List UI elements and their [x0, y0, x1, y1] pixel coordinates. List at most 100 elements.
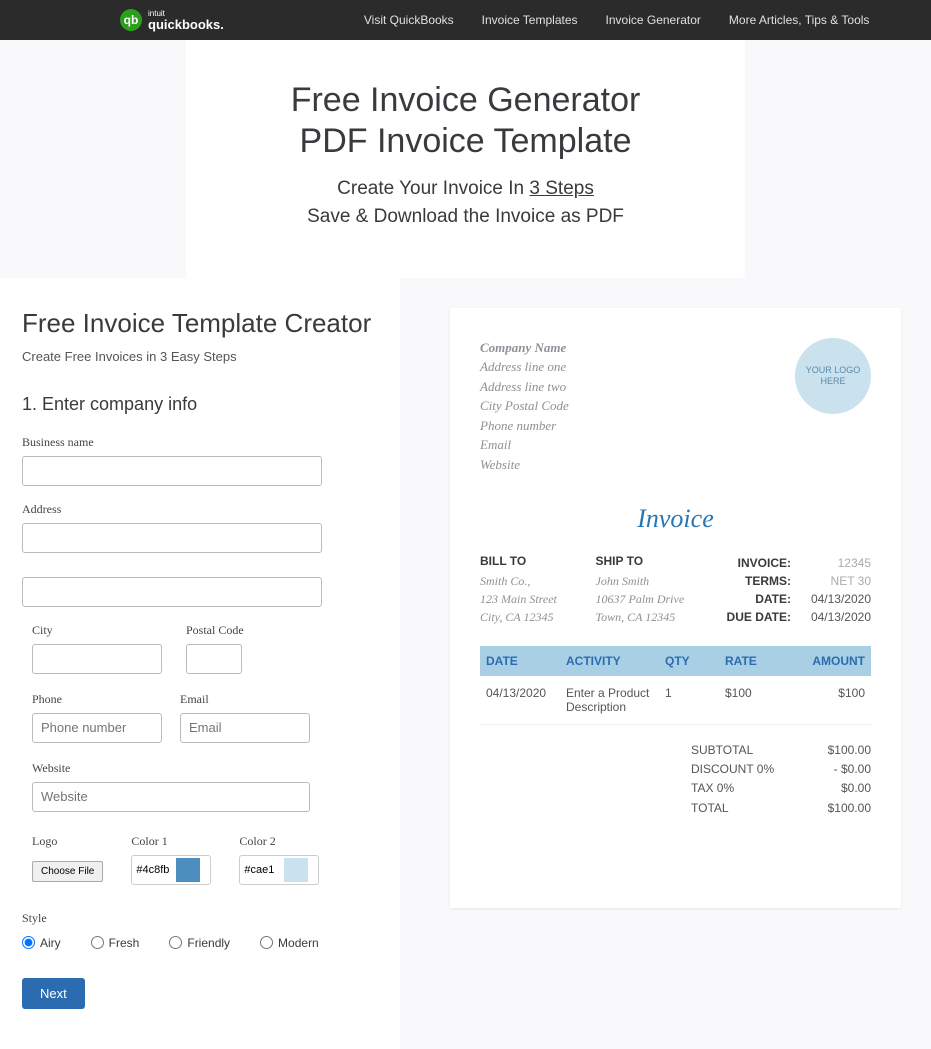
style-fresh[interactable]: Fresh	[91, 936, 140, 950]
next-button[interactable]: Next	[22, 978, 85, 1009]
color1-hex-input[interactable]	[132, 864, 176, 876]
main-content: Free Invoice Template Creator Create Fre…	[0, 278, 931, 1049]
color2-hex-input[interactable]	[240, 864, 284, 876]
hero-subtitle-1: Create Your Invoice In 3 Steps	[20, 178, 911, 200]
top-nav-bar: qb intuit quickbooks. Visit QuickBooks I…	[0, 0, 931, 40]
meta-invoice-k: INVOICE:	[711, 554, 791, 572]
logo-placeholder: YOUR LOGO HERE	[795, 338, 871, 414]
totals-block: SUBTOTAL$100.00 DISCOUNT 0%- $0.00 TAX 0…	[480, 741, 871, 818]
ship-to-block: SHIP TO John Smith 10637 Palm Drive Town…	[596, 554, 692, 626]
tax-k: TAX 0%	[691, 779, 791, 798]
form-panel: Free Invoice Template Creator Create Fre…	[0, 278, 400, 1049]
phone-input[interactable]	[32, 713, 162, 743]
city-input[interactable]	[32, 644, 162, 674]
billto-label: BILL TO	[480, 554, 576, 568]
color2-picker[interactable]	[239, 855, 319, 885]
discount-k: DISCOUNT 0%	[691, 760, 791, 779]
hero-title: Free Invoice Generator PDF Invoice Templ…	[20, 80, 911, 162]
label-style: Style	[22, 911, 378, 926]
line-activity: Enter a Product Description	[566, 686, 665, 714]
company-block: Company Name Address line one Address li…	[480, 338, 569, 475]
bill-to-block: BILL TO Smith Co., 123 Main Street City,…	[480, 554, 576, 626]
brand-big: quickbooks.	[148, 17, 224, 32]
step-title: 1. Enter company info	[22, 394, 378, 415]
company-phone: Phone number	[480, 416, 569, 436]
meta-due-k: DUE DATE:	[711, 608, 791, 626]
meta-date-k: DATE:	[711, 590, 791, 608]
invoice-title: Invoice	[480, 504, 871, 534]
meta-invoice-v: 12345	[791, 554, 871, 572]
total-v: $100.00	[791, 799, 871, 818]
label-city: City	[32, 623, 162, 638]
meta-due-v: 04/13/2020	[791, 608, 871, 626]
label-postal: Postal Code	[186, 623, 256, 638]
shipto-name: John Smith	[596, 572, 692, 590]
meta-terms-k: TERMS:	[711, 572, 791, 590]
invoice-meta-block: INVOICE:12345 TERMS:NET 30 DATE:04/13/20…	[711, 554, 871, 626]
col-activity: ACTIVITY	[566, 654, 665, 668]
company-website: Website	[480, 455, 569, 475]
company-name: Company Name	[480, 338, 569, 358]
choose-file-button[interactable]: Choose File	[32, 861, 103, 882]
hero-subtitle-2: Save & Download the Invoice as PDF	[20, 206, 911, 228]
line-item-row: 04/13/2020 Enter a Product Description 1…	[480, 676, 871, 725]
total-k: TOTAL	[691, 799, 791, 818]
qb-logo-icon: qb	[120, 9, 142, 31]
color1-picker[interactable]	[131, 855, 211, 885]
label-logo: Logo	[32, 834, 103, 849]
company-addr1: Address line one	[480, 357, 569, 377]
style-friendly[interactable]: Friendly	[169, 936, 230, 950]
billto-addr: 123 Main Street City, CA 12345	[480, 590, 576, 626]
meta-terms-v: NET 30	[791, 572, 871, 590]
style-modern[interactable]: Modern	[260, 936, 319, 950]
billto-name: Smith Co.,	[480, 572, 576, 590]
col-rate: RATE	[725, 654, 795, 668]
postal-input[interactable]	[186, 644, 242, 674]
style-radio-group: Airy Fresh Friendly Modern	[22, 936, 378, 950]
company-addr2: Address line two	[480, 377, 569, 397]
line-amount: $100	[795, 686, 865, 700]
form-heading: Free Invoice Template Creator	[22, 308, 378, 339]
nav-invoice-generator[interactable]: Invoice Generator	[606, 13, 701, 27]
style-airy[interactable]: Airy	[22, 936, 61, 950]
line-items-header: DATE ACTIVITY QTY RATE AMOUNT	[480, 646, 871, 676]
label-business-name: Business name	[22, 435, 378, 450]
col-date: DATE	[486, 654, 566, 668]
shipto-label: SHIP TO	[596, 554, 692, 568]
meta-date-v: 04/13/2020	[791, 590, 871, 608]
shipto-addr: 10637 Palm Drive Town, CA 12345	[596, 590, 692, 626]
nav-more-articles[interactable]: More Articles, Tips & Tools	[729, 13, 870, 27]
line-date: 04/13/2020	[486, 686, 566, 700]
nav-invoice-templates[interactable]: Invoice Templates	[482, 13, 578, 27]
label-website: Website	[32, 761, 378, 776]
color1-swatch[interactable]	[176, 858, 200, 882]
subtotal-v: $100.00	[791, 741, 871, 760]
label-email: Email	[180, 692, 310, 707]
hero-section: Free Invoice Generator PDF Invoice Templ…	[0, 40, 931, 278]
company-email: Email	[480, 435, 569, 455]
label-color1: Color 1	[131, 834, 211, 849]
preview-panel: Company Name Address line one Address li…	[400, 278, 931, 1049]
website-input[interactable]	[32, 782, 310, 812]
email-input[interactable]	[180, 713, 310, 743]
tax-v: $0.00	[791, 779, 871, 798]
company-city: City Postal Code	[480, 396, 569, 416]
nav-visit-quickbooks[interactable]: Visit QuickBooks	[364, 13, 454, 27]
form-subtitle: Create Free Invoices in 3 Easy Steps	[22, 349, 378, 364]
col-qty: QTY	[665, 654, 725, 668]
label-color2: Color 2	[239, 834, 319, 849]
subtotal-k: SUBTOTAL	[691, 741, 791, 760]
label-phone: Phone	[32, 692, 162, 707]
brand-logo[interactable]: qb intuit quickbooks.	[120, 9, 224, 31]
col-amount: AMOUNT	[795, 654, 865, 668]
line-qty: 1	[665, 686, 725, 700]
label-address: Address	[22, 502, 378, 517]
nav-links: Visit QuickBooks Invoice Templates Invoi…	[364, 13, 870, 27]
invoice-preview: Company Name Address line one Address li…	[450, 308, 901, 908]
address-line1-input[interactable]	[22, 523, 322, 553]
business-name-input[interactable]	[22, 456, 322, 486]
line-rate: $100	[725, 686, 795, 700]
discount-v: - $0.00	[791, 760, 871, 779]
color2-swatch[interactable]	[284, 858, 308, 882]
address-line2-input[interactable]	[22, 577, 322, 607]
